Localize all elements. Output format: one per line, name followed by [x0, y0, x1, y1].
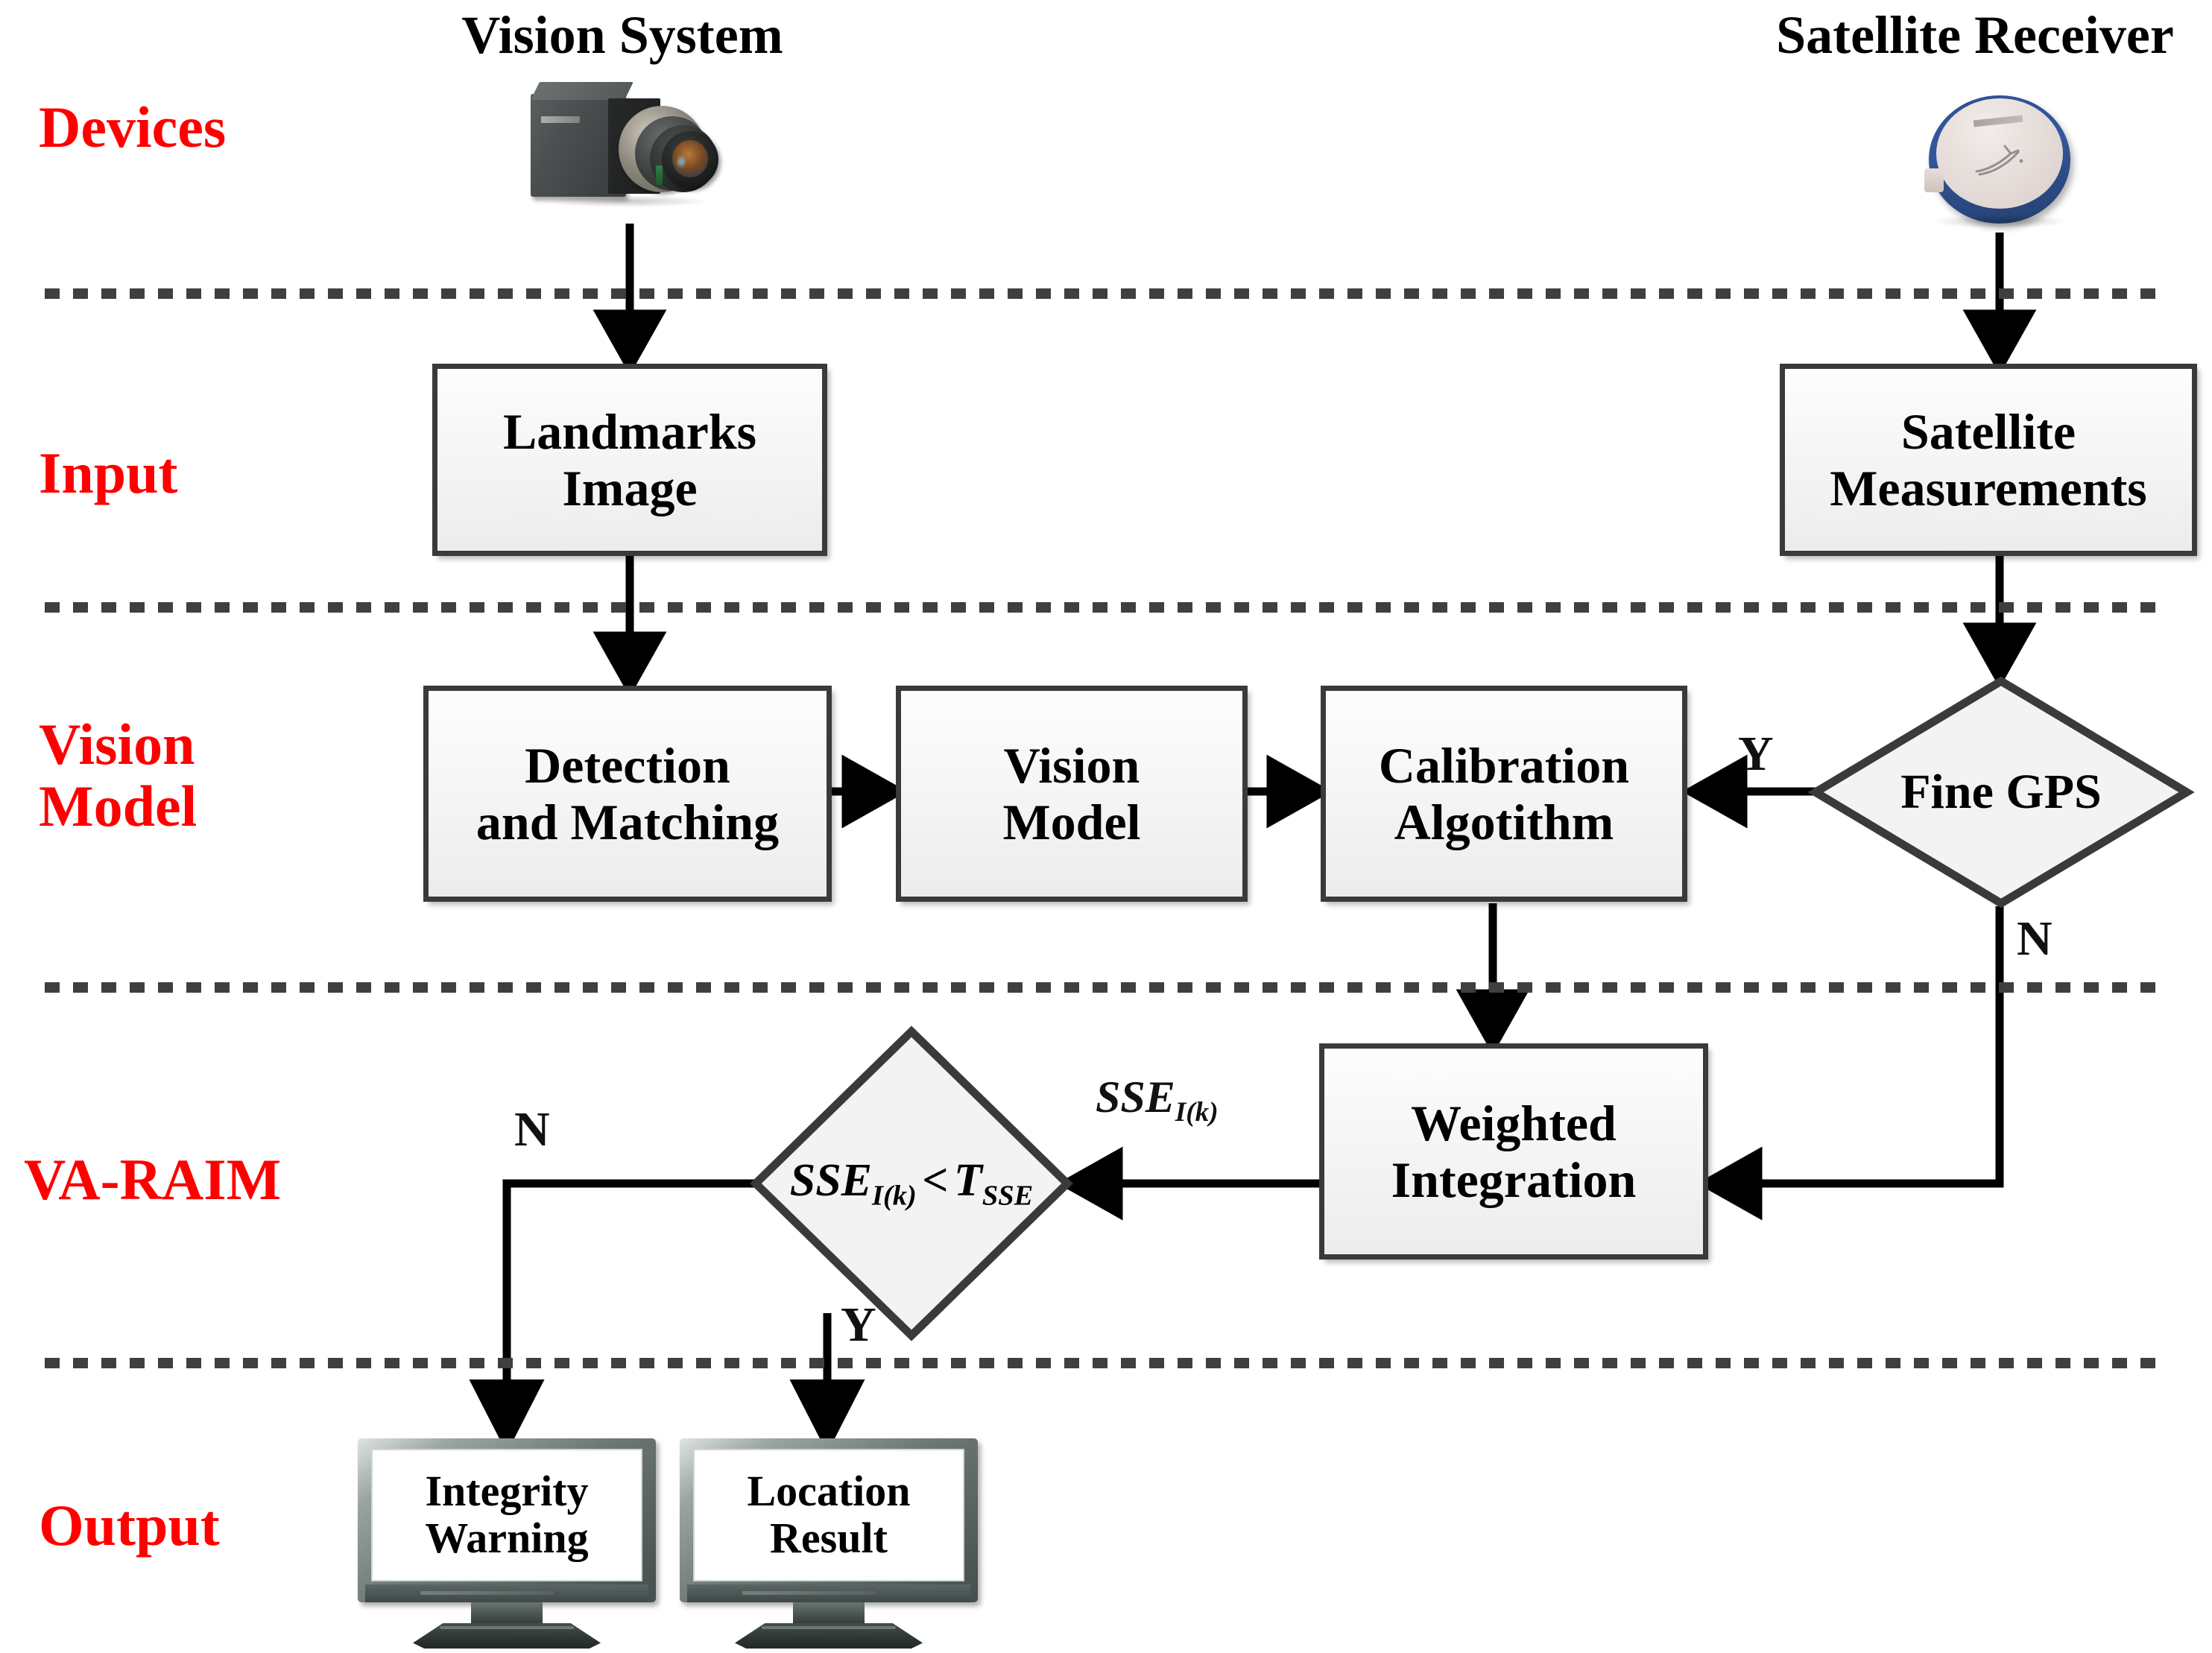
fine-gps-diamond-shape [1807, 676, 2195, 908]
edge-label-fine-gps-yes: Y [1738, 727, 1774, 781]
edge-label-fine-gps-no: N [2017, 911, 2053, 966]
node-calibration-algorithm[interactable]: Calibration Algotithm [1321, 686, 1687, 902]
divider-input-vision [45, 602, 2169, 613]
node-detection-and-matching[interactable]: Detection and Matching [423, 686, 832, 902]
divider-vision-varaim [45, 982, 2169, 993]
node-landmarks-image[interactable]: Landmarks Image [432, 364, 827, 556]
edge-sse-subscript: I(k) [1175, 1096, 1219, 1128]
node-weighted-integration[interactable]: Weighted Integration [1319, 1043, 1708, 1259]
row-label-input: Input [39, 440, 178, 505]
gnss-antenna-icon [1924, 95, 2070, 230]
decision-sse-threshold[interactable]: SSEI(k) < TSSE [750, 1025, 1073, 1341]
edge-label-sse-no: N [514, 1102, 550, 1157]
edge-label-sse-yes: Y [841, 1298, 876, 1352]
edge-label-sse-value: SSEI(k) [1096, 1072, 1219, 1128]
edge-sse-lhs: SSE [1096, 1072, 1175, 1122]
signal-wave-glyph [1975, 145, 2023, 176]
row-label-devices: Devices [39, 95, 227, 159]
satellite-receiver-title: Satellite Receiver [1776, 5, 2174, 65]
vision-system-title: Vision System [461, 5, 783, 65]
output-monitor-location-result[interactable]: Location Result [680, 1438, 978, 1649]
location-result-screen-text: Location Result [693, 1449, 964, 1581]
node-satellite-measurements[interactable]: Satellite Measurements [1780, 364, 2197, 556]
integrity-warning-screen-text: Integrity Warning [371, 1449, 642, 1581]
output-monitor-integrity-warning[interactable]: Integrity Warning [358, 1438, 656, 1649]
decision-fine-gps[interactable]: Fine GPS [1807, 676, 2195, 908]
row-label-vision-model: Vision Model [39, 712, 197, 838]
node-vision-model[interactable]: Vision Model [896, 686, 1248, 902]
row-label-output: Output [39, 1493, 220, 1558]
divider-varaim-output [45, 1358, 2169, 1368]
row-label-va-raim: VA-RAIM [24, 1147, 282, 1212]
industrial-camera-icon [531, 82, 724, 212]
divider-devices-input [45, 288, 2169, 299]
sse-diamond-shape [750, 1025, 1073, 1341]
flowchart-canvas: Devices Input Vision Model VA-RAIM Outpu… [0, 0, 2212, 1653]
